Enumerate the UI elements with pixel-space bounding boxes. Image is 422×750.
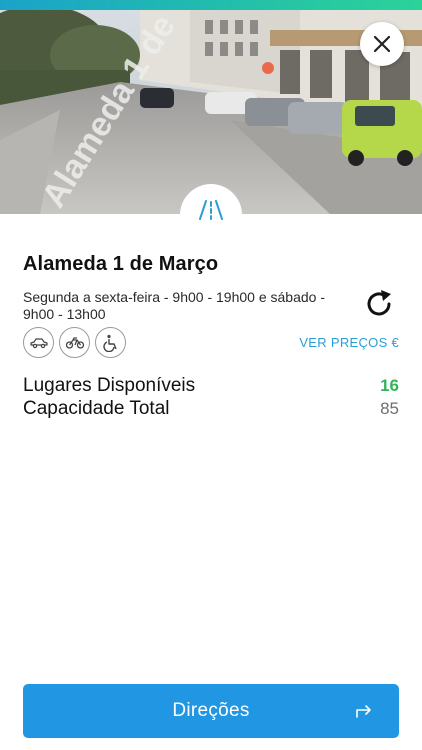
- available-spots-value: 16: [380, 376, 399, 395]
- road-badge: [180, 184, 242, 246]
- available-spots-label: Lugares Disponíveis: [23, 375, 196, 396]
- total-capacity-value: 85: [380, 399, 399, 418]
- close-icon: [373, 35, 391, 53]
- car-icon: [23, 327, 54, 358]
- directions-button[interactable]: Direções: [23, 684, 399, 738]
- parking-name: Alameda 1 de Março: [23, 253, 219, 275]
- total-capacity-label: Capacidade Total: [23, 398, 170, 419]
- view-prices-link[interactable]: VER PREÇOS €: [299, 335, 399, 350]
- refresh-icon: [367, 290, 391, 316]
- refresh-button[interactable]: [360, 285, 398, 323]
- motorcycle-icon: [59, 327, 90, 358]
- top-accent-bar: [0, 0, 422, 10]
- road-icon: [199, 200, 223, 220]
- vehicle-type-icons: [23, 327, 126, 358]
- directions-label: Direções: [172, 700, 250, 721]
- close-button[interactable]: [360, 22, 404, 66]
- opening-hours: Segunda a sexta-feira - 9h00 - 19h00 e s…: [23, 289, 325, 322]
- arrow-turn-right-icon: [356, 705, 371, 718]
- wheelchair-icon: [95, 327, 126, 358]
